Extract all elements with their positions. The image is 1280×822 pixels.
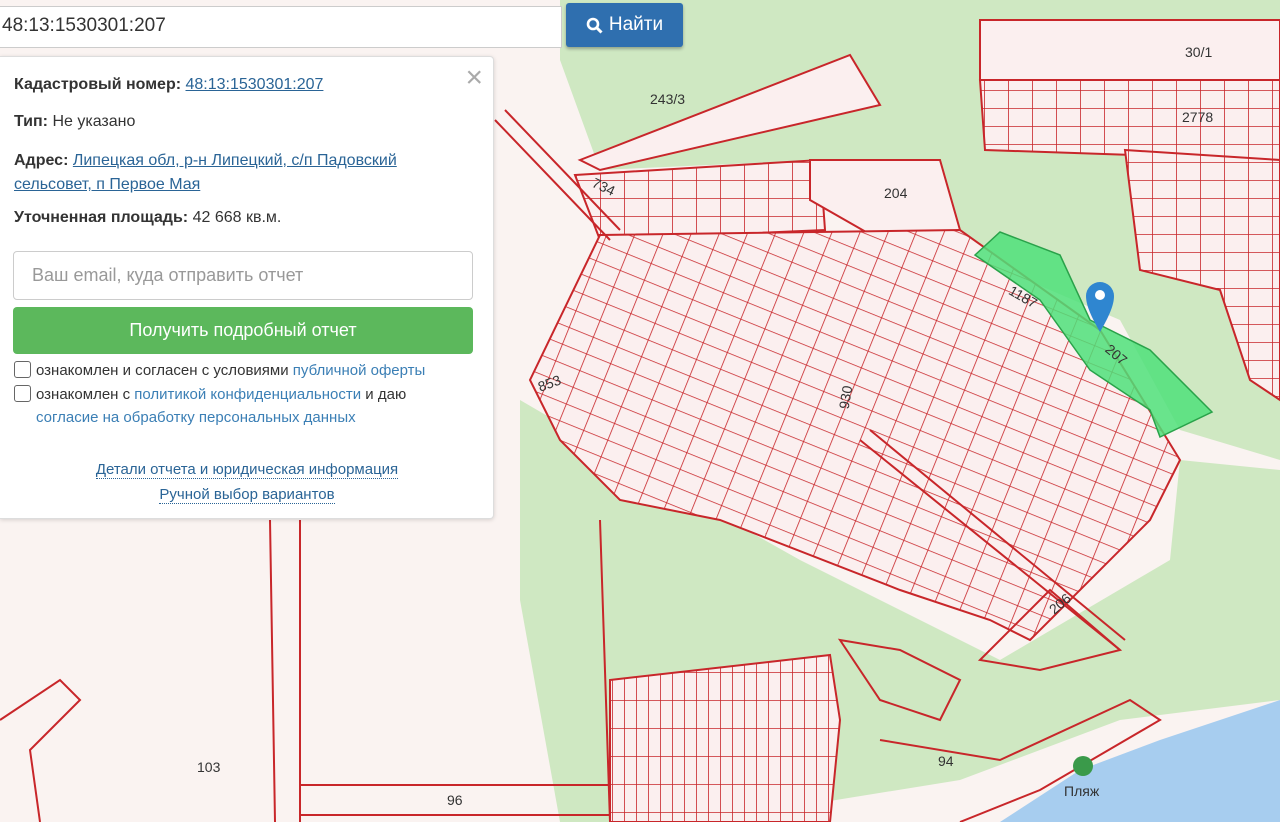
privacy-policy-link[interactable]: политикой конфиденциальности — [134, 386, 361, 403]
close-icon[interactable]: × — [465, 63, 483, 93]
svg-text:103: 103 — [197, 759, 221, 775]
consent2-mid: и даю — [361, 386, 407, 403]
search-button-label: Найти — [608, 14, 664, 35]
cadastral-number-link[interactable]: 48:13:1530301:207 — [186, 76, 324, 93]
manual-selection-link[interactable]: Ручной выбор вариантов — [159, 486, 335, 504]
parcel-info-panel: × Кадастровый номер: 48:13:1530301:207 Т… — [0, 56, 494, 519]
svg-text:94: 94 — [938, 753, 954, 769]
type-label: Тип: — [14, 113, 48, 130]
svg-text:96: 96 — [447, 792, 463, 808]
area-label: Уточненная площадь: — [14, 209, 189, 226]
svg-text:Пляж: Пляж — [1064, 783, 1100, 799]
public-offer-link[interactable]: публичной оферты — [293, 362, 426, 379]
svg-text:30/1: 30/1 — [1185, 44, 1212, 60]
offer-checkbox[interactable] — [14, 361, 31, 378]
search-button[interactable]: Найти — [566, 3, 683, 47]
address-label: Адрес: — [14, 152, 69, 169]
svg-text:2778: 2778 — [1182, 109, 1213, 125]
beach-icon — [1073, 756, 1093, 776]
address-link-line2[interactable]: сельсовет, п Первое Мая — [14, 176, 200, 193]
privacy-checkbox[interactable] — [14, 385, 31, 402]
consent2-text: ознакомлен с — [36, 386, 135, 403]
personal-data-link[interactable]: согласие на обработку персональных данны… — [36, 409, 356, 426]
email-input[interactable]: Ваш email, куда отправить отчет — [13, 251, 473, 300]
address-link[interactable]: Липецкая обл, р-н Липецкий, с/п Падовски… — [73, 152, 397, 169]
report-details-link[interactable]: Детали отчета и юридическая информация — [95, 461, 399, 479]
search-icon — [586, 17, 603, 34]
svg-text:204: 204 — [884, 185, 908, 201]
cadastral-label: Кадастровый номер: — [14, 76, 182, 93]
get-report-button[interactable]: Получить подробный отчет — [13, 307, 473, 354]
area-value: 42 668 кв.м. — [192, 209, 282, 226]
svg-text:243/3: 243/3 — [650, 91, 685, 107]
consent1-text: ознакомлен и согласен с условиями — [36, 362, 293, 379]
cadastral-search-input[interactable]: 48:13:1530301:207 — [0, 6, 562, 48]
type-value: Не указано — [52, 113, 136, 130]
